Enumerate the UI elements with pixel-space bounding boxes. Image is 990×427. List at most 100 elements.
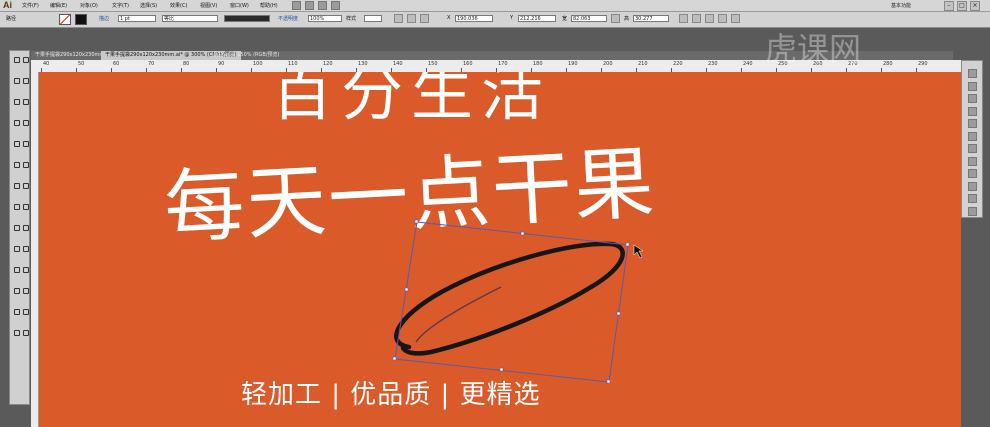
direct-selection-tool-icon[interactable] bbox=[21, 55, 29, 63]
free-transform-icon[interactable] bbox=[21, 202, 29, 210]
align-center-icon[interactable] bbox=[705, 14, 714, 23]
selection-type-label: 路径 bbox=[6, 16, 17, 22]
shape-builder-icon[interactable] bbox=[12, 223, 20, 231]
graphic-style-picker[interactable] bbox=[364, 15, 382, 22]
mesh-tool-icon[interactable] bbox=[12, 244, 20, 252]
selection-tool-icon[interactable] bbox=[12, 55, 20, 63]
opacity-input[interactable]: 100% bbox=[308, 15, 342, 22]
menu-edit[interactable]: 编辑(E) bbox=[50, 2, 67, 9]
artboard[interactable]: 百分生活 每天一点干果 轻加工 | 优品质 | 更精选 bbox=[31, 72, 961, 427]
align-left-icon[interactable] bbox=[692, 14, 701, 23]
transparency-icon[interactable] bbox=[968, 156, 977, 166]
pencil-tool-icon[interactable] bbox=[21, 139, 29, 147]
menu-view[interactable]: 视图(V) bbox=[200, 2, 217, 9]
maximize-icon[interactable]: □ bbox=[957, 1, 967, 11]
symbols-icon[interactable] bbox=[968, 119, 977, 128]
x-input[interactable]: 190.036 bbox=[455, 15, 493, 22]
app-logo: Ai bbox=[3, 0, 12, 10]
color-panel-icon[interactable] bbox=[968, 69, 977, 78]
brush-definition[interactable] bbox=[224, 15, 270, 22]
gradient-panel-icon[interactable] bbox=[968, 144, 977, 153]
ruler-label: 150 bbox=[428, 61, 438, 67]
menu-bar: Ai 文件(F) 编辑(E) 对象(O) 文字(T) 选择(S) 效果(C) 视… bbox=[0, 0, 990, 12]
stroke-swatch[interactable] bbox=[75, 14, 87, 25]
color-guide-icon[interactable] bbox=[968, 81, 977, 91]
paintbrush-icon[interactable] bbox=[12, 139, 20, 147]
ruler-label: 240 bbox=[743, 61, 753, 67]
symbol-sprayer-icon[interactable] bbox=[12, 286, 20, 294]
menu-file[interactable]: 文件(F) bbox=[22, 2, 39, 9]
layers-icon[interactable] bbox=[968, 194, 977, 203]
ruler-label: 290 bbox=[918, 61, 928, 67]
stroke-label[interactable]: 描边 bbox=[99, 15, 109, 22]
stock-icon[interactable] bbox=[305, 1, 314, 10]
selection-overlay[interactable] bbox=[31, 72, 961, 427]
artboards-icon[interactable] bbox=[968, 206, 977, 216]
handle-bm bbox=[499, 367, 504, 372]
menu-help[interactable]: 帮助(H) bbox=[260, 2, 278, 9]
stroke-width-input[interactable]: 1 pt bbox=[118, 15, 156, 22]
brushes-icon[interactable] bbox=[968, 106, 977, 116]
ruler-label: 100 bbox=[253, 61, 263, 67]
gradient-tool-icon[interactable] bbox=[21, 244, 29, 252]
bridge-icon[interactable] bbox=[292, 1, 301, 10]
fill-swatch[interactable] bbox=[59, 14, 71, 25]
type-tool-icon[interactable] bbox=[21, 97, 29, 105]
blend-tool-icon[interactable] bbox=[21, 265, 29, 273]
ruler-label: 180 bbox=[533, 61, 543, 67]
rotate-tool-icon[interactable] bbox=[12, 181, 20, 189]
menu-object[interactable]: 对象(O) bbox=[80, 2, 98, 9]
rectangle-tool-icon[interactable] bbox=[21, 118, 29, 126]
close-icon[interactable]: × bbox=[970, 1, 980, 11]
height-label: 高 bbox=[624, 16, 630, 22]
slice-tool-icon[interactable] bbox=[21, 307, 29, 315]
magic-wand-icon[interactable] bbox=[12, 76, 20, 84]
eraser-icon[interactable] bbox=[21, 160, 29, 168]
palette-icon[interactable] bbox=[331, 1, 340, 10]
ruler-label: 110 bbox=[288, 61, 298, 67]
eyedropper-icon[interactable] bbox=[12, 265, 20, 273]
panel-menu-icon[interactable] bbox=[731, 14, 740, 23]
hand-tool-icon[interactable] bbox=[12, 328, 20, 336]
right-panel-dock bbox=[961, 60, 983, 218]
width-input[interactable]: 82.063 bbox=[571, 15, 607, 22]
graphic-styles-icon[interactable] bbox=[968, 181, 977, 191]
ruler-label: 90 bbox=[218, 61, 225, 67]
align-icon[interactable] bbox=[407, 14, 416, 23]
minimize-icon[interactable]: – bbox=[944, 1, 954, 11]
arrange-documents-icon[interactable] bbox=[318, 1, 327, 10]
ruler-label: 170 bbox=[498, 61, 508, 67]
variable-width-profile[interactable]: 等比 bbox=[162, 15, 218, 22]
workspace-switcher[interactable]: 基本功能 bbox=[891, 2, 911, 9]
scale-tool-icon[interactable] bbox=[21, 181, 29, 189]
width-tool-icon[interactable] bbox=[12, 202, 20, 210]
handle-mr bbox=[616, 311, 621, 316]
width-label: 宽 bbox=[562, 16, 568, 22]
recolor-artwork-icon[interactable] bbox=[394, 14, 403, 23]
opacity-label[interactable]: 不透明度 bbox=[278, 15, 298, 22]
menu-effect[interactable]: 效果(C) bbox=[170, 2, 187, 9]
tab-material[interactable]: 素材.ai @ 150% (RGB/预览) bbox=[209, 51, 283, 60]
height-input[interactable]: 30.277 bbox=[633, 15, 669, 22]
perspective-grid-icon[interactable] bbox=[21, 223, 29, 231]
transform-reference-icon[interactable] bbox=[420, 14, 429, 23]
align-right-icon[interactable] bbox=[718, 14, 727, 23]
menu-window[interactable]: 窗口(W) bbox=[230, 2, 249, 9]
line-tool-icon[interactable] bbox=[12, 118, 20, 126]
blob-brush-icon[interactable] bbox=[12, 160, 20, 168]
lasso-icon[interactable] bbox=[21, 76, 29, 84]
zoom-tool-icon[interactable] bbox=[21, 328, 29, 336]
menu-select[interactable]: 选择(S) bbox=[140, 2, 157, 9]
ruler-label: 130 bbox=[358, 61, 368, 67]
artboard-tool-icon[interactable] bbox=[12, 307, 20, 315]
menu-type[interactable]: 文字(T) bbox=[112, 2, 129, 9]
column-graph-icon[interactable] bbox=[21, 286, 29, 294]
y-input[interactable]: 212.216 bbox=[518, 15, 556, 22]
swatches-icon[interactable] bbox=[968, 94, 977, 103]
pen-tool-icon[interactable] bbox=[12, 97, 20, 105]
link-proportions-icon[interactable] bbox=[611, 14, 620, 23]
appearance-icon[interactable] bbox=[968, 169, 977, 178]
isolate-icon[interactable] bbox=[679, 14, 688, 23]
stroke-panel-icon[interactable] bbox=[968, 131, 977, 141]
ruler-label: 230 bbox=[708, 61, 718, 67]
